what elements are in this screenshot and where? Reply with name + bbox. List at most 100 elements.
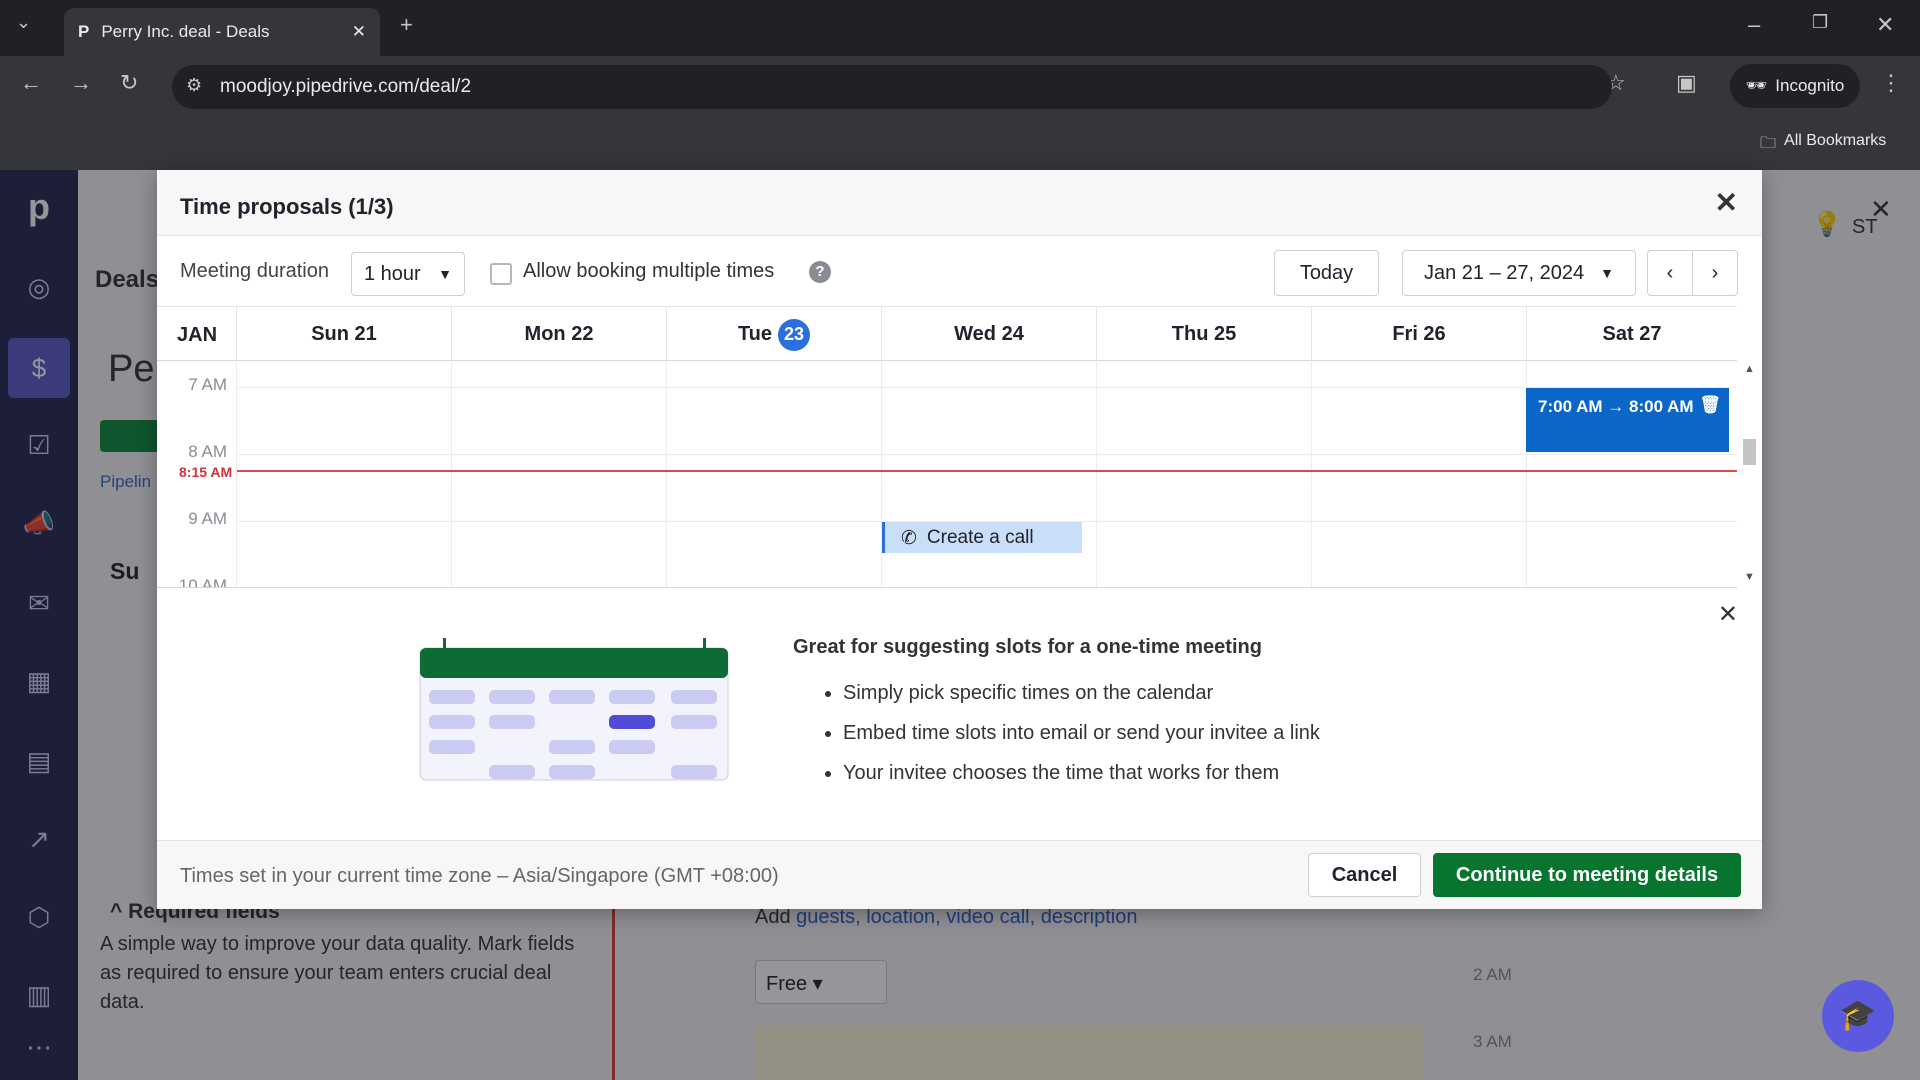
info-bullet: Embed time slots into email or send your… [843,722,1320,745]
day-label: Tue [737,323,773,345]
side-panel-icon[interactable]: ▣ [1676,70,1697,96]
today-date-badge: 23 [778,318,811,351]
current-time-line [237,470,1737,472]
url-text: moodjoy.pipedrive.com/deal/2 [220,76,472,97]
caret-down-icon: ▼ [1600,265,1614,281]
academy-button[interactable]: 🎓 [1822,980,1894,1052]
scroll-down-icon[interactable]: ▼ [1744,571,1755,583]
day-label: Thu 25 [1171,323,1237,345]
column-line [1311,361,1312,587]
reload-icon[interactable]: ↻ [120,70,138,96]
minimize-icon[interactable]: – [1748,12,1760,38]
column-line [881,361,882,587]
next-week-button[interactable]: › [1692,250,1738,296]
column-line [451,361,452,587]
browser-tab-bar: ⌄ P Perry Inc. deal - Deals ✕ + – ❐ ✕ [0,0,1920,56]
pipedrive-favicon-icon: P [78,22,90,41]
info-bullet: Your invitee chooses the time that works… [843,762,1320,785]
close-modal-icon[interactable]: ✕ [1715,186,1738,219]
url-bar[interactable]: ⚙ moodjoy.pipedrive.com/deal/2 [172,65,1612,109]
bookmarks-bar: 🗀 All Bookmarks [0,118,1920,170]
phone-icon: ✆ [901,528,917,549]
day-header-today: Tue 23 [666,307,881,362]
column-line [236,361,237,587]
time-proposals-modal: Time proposals (1/3) ✕ Meeting duration … [157,170,1762,909]
calendar-grid[interactable]: 7 AM 8 AM 9 AM 10 AM 8:15 AM 7:00 AM → 8… [157,361,1737,588]
day-label: Sun 21 [311,323,377,345]
incognito-icon: 🕶 [1745,76,1768,95]
chevron-left-icon: ‹ [1666,261,1674,284]
day-label: Fri 26 [1392,323,1446,345]
day-header: Wed 24 [881,307,1096,362]
day-label: Sat 27 [1602,323,1662,345]
hour-label: 10 AM [178,576,227,588]
close-info-icon[interactable]: ✕ [1718,600,1738,629]
site-info-icon[interactable]: ⚙ [186,75,202,96]
timezone-note: Times set in your current time zone – As… [180,865,779,887]
day-label: Mon 22 [524,323,594,345]
calendar-header: JAN Sun 21 Mon 22 Tue 23 Wed 24 Thu 25 Fr… [157,306,1737,362]
close-window-icon[interactable]: ✕ [1876,12,1894,38]
hour-line [236,387,1737,388]
forward-icon[interactable]: → [70,70,92,96]
allow-multiple-checkbox[interactable] [490,263,512,285]
info-bullet: Simply pick specific times on the calend… [843,682,1320,705]
back-icon[interactable]: ← [20,70,42,96]
day-header: Thu 25 [1096,307,1311,362]
date-range-value: Jan 21 – 27, 2024 [1424,261,1585,284]
duration-select[interactable]: 1 hour ▼ [351,252,465,296]
browser-tab[interactable]: P Perry Inc. deal - Deals ✕ [64,8,380,56]
modal-header: Time proposals (1/3) ✕ [157,170,1762,236]
scroll-thumb[interactable] [1743,439,1756,465]
day-header: Mon 22 [451,307,666,362]
cancel-button[interactable]: Cancel [1308,853,1421,897]
modal-title: Time proposals (1/3) [180,194,394,219]
previous-week-button[interactable]: ‹ [1647,250,1693,296]
day-header: Sat 27 [1526,307,1737,362]
day-header: Fri 26 [1311,307,1526,362]
today-button[interactable]: Today [1274,250,1379,296]
hour-label: 7 AM [188,375,227,394]
folder-icon: 🗀 [1760,135,1777,152]
new-tab-icon[interactable]: + [400,12,413,38]
calendar-scrollbar[interactable]: ▲ ▼ [1737,361,1762,588]
all-bookmarks-label: All Bookmarks [1784,132,1887,149]
cancel-label: Cancel [1331,863,1398,886]
continue-label: Continue to meeting details [1455,863,1719,886]
create-call-label: Create a call [926,527,1034,548]
proposed-time-slot[interactable]: 7:00 AM → 8:00 AM 🗑 [1526,388,1729,452]
create-call-slot[interactable]: ✆ Create a call [882,522,1082,553]
duration-label: Meeting duration [180,260,329,282]
hour-line [236,454,1737,455]
month-label: JAN [177,324,218,346]
allow-multiple-label[interactable]: Allow booking multiple times [523,260,774,283]
info-heading: Great for suggesting slots for a one-tim… [793,636,1262,658]
tab-title: Perry Inc. deal - Deals [101,22,270,41]
help-icon[interactable]: ? [809,261,831,283]
info-panel: Great for suggesting slots for a one-tim… [157,588,1762,841]
column-line [1096,361,1097,587]
hour-label: 9 AM [188,509,227,528]
modal-toolbar: Meeting duration 1 hour ▼ Allow booking m… [157,236,1762,306]
duration-value: 1 hour [364,262,421,285]
modal-footer: Times set in your current time zone – As… [157,841,1762,909]
info-bullets: Simply pick specific times on the calend… [821,682,1320,802]
caret-down-icon: ▼ [438,266,452,282]
day-header: Sun 21 [236,307,451,362]
restore-icon[interactable]: ❐ [1812,12,1828,33]
continue-button[interactable]: Continue to meeting details [1433,853,1741,897]
slot-time-label: 7:00 AM → 8:00 AM [1538,397,1694,416]
all-bookmarks[interactable]: 🗀 All Bookmarks [1760,132,1886,159]
hour-label: 8 AM [188,442,227,461]
chevron-right-icon: › [1711,261,1719,284]
close-tab-icon[interactable]: ✕ [352,22,366,42]
tab-search-icon[interactable]: ⌄ [16,12,31,33]
date-range-select[interactable]: Jan 21 – 27, 2024 ▼ [1402,250,1636,296]
menu-icon[interactable]: ⋮ [1880,70,1902,96]
calendar-illustration [419,638,729,781]
today-label: Today [1299,261,1354,284]
incognito-badge[interactable]: 🕶 Incognito [1730,64,1860,108]
column-line [666,361,667,587]
scroll-up-icon[interactable]: ▲ [1744,363,1755,375]
trash-icon[interactable]: 🗑 [1699,395,1721,415]
